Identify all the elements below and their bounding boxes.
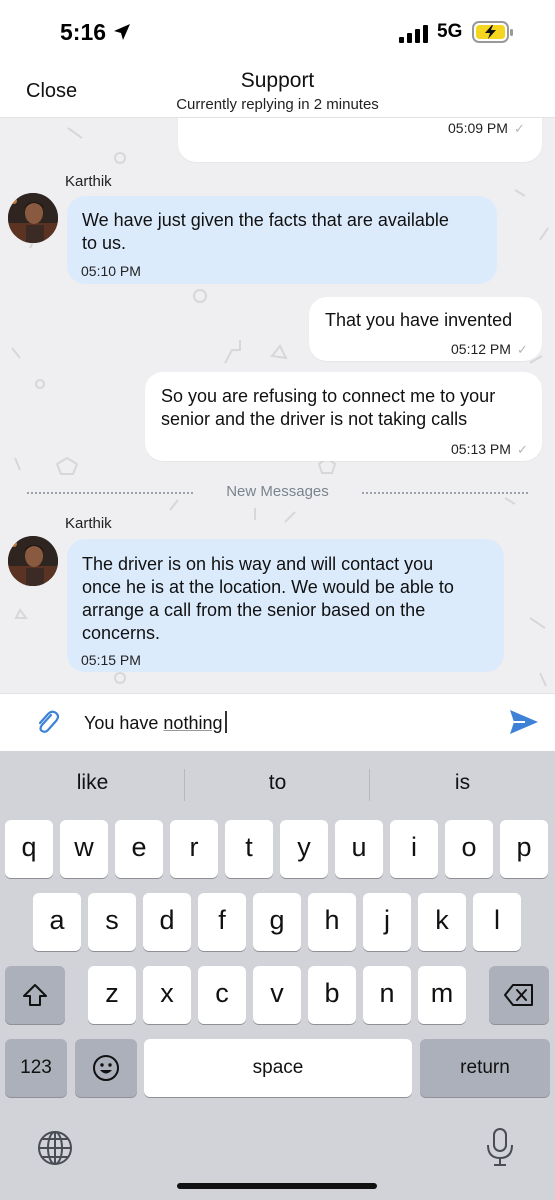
key-v[interactable]: v: [253, 966, 301, 1024]
keyboard: like to is q w e r t y u i o p a s d f g…: [0, 751, 555, 1200]
key-p[interactable]: p: [500, 820, 548, 878]
key-q[interactable]: q: [5, 820, 53, 878]
message-text: anywhere: [192, 118, 270, 119]
key-k[interactable]: k: [418, 893, 466, 951]
key-e[interactable]: e: [115, 820, 163, 878]
key-x[interactable]: x: [143, 966, 191, 1024]
message-time: 05:12 PM ✓: [451, 338, 528, 361]
new-messages-divider: New Messages: [0, 481, 555, 505]
network-type: 5G: [437, 21, 463, 42]
key-l[interactable]: l: [473, 893, 521, 951]
chat-thread[interactable]: anywhere 05:09 PM✓ Karthik We have just …: [0, 118, 555, 693]
sender-name: Karthik: [65, 515, 112, 532]
key-j[interactable]: j: [363, 893, 411, 951]
key-w[interactable]: w: [60, 820, 108, 878]
key-s[interactable]: s: [88, 893, 136, 951]
key-u[interactable]: u: [335, 820, 383, 878]
message-time: 05:10 PM: [81, 263, 141, 279]
message-bubble-incoming[interactable]: We have just given the facts that are av…: [67, 196, 497, 284]
key-o[interactable]: o: [445, 820, 493, 878]
key-c[interactable]: c: [198, 966, 246, 1024]
key-h[interactable]: h: [308, 893, 356, 951]
read-check-icon: ✓: [516, 342, 528, 357]
key-f[interactable]: f: [198, 893, 246, 951]
message-text-line: once he is at the location. We would be …: [82, 577, 454, 597]
space-key[interactable]: space: [144, 1039, 412, 1097]
numbers-key[interactable]: 123: [5, 1039, 67, 1097]
reply-time-subtitle: Currently replying in 2 minutes: [176, 96, 379, 113]
status-bar: 5:16 5G: [0, 0, 555, 62]
message-text-line: concerns.: [82, 623, 161, 643]
key-d[interactable]: d: [143, 893, 191, 951]
key-m[interactable]: m: [418, 966, 466, 1024]
message-text-line: The driver is on his way and will contac…: [82, 554, 434, 574]
message-input[interactable]: You have nothing: [84, 711, 228, 734]
emoji-key[interactable]: [75, 1039, 137, 1097]
input-text-underlined: nothing: [163, 713, 223, 733]
avatar: [8, 536, 58, 586]
suggestion-item[interactable]: like: [0, 771, 185, 795]
message-text-line: So you are refusing to connect me to you…: [161, 386, 496, 406]
message-text-line: to us.: [82, 233, 127, 253]
input-text: You have: [84, 713, 164, 733]
message-time: 05:13 PM ✓: [451, 438, 528, 461]
suggestion-item[interactable]: to: [185, 771, 370, 795]
battery-charging-icon: [472, 21, 513, 43]
read-check-icon: ✓: [513, 121, 525, 136]
key-n[interactable]: n: [363, 966, 411, 1024]
key-a[interactable]: a: [33, 893, 81, 951]
globe-icon[interactable]: [37, 1130, 73, 1166]
message-bubble-outgoing[interactable]: So you are refusing to connect me to you…: [145, 372, 542, 461]
emoji-icon: [93, 1055, 119, 1081]
return-key[interactable]: return: [420, 1039, 550, 1097]
shift-key[interactable]: [5, 966, 65, 1024]
delete-key[interactable]: [489, 966, 549, 1024]
key-r[interactable]: r: [170, 820, 218, 878]
paperclip-icon[interactable]: [34, 708, 60, 736]
message-text-line: arrange a call from the senior based on …: [82, 600, 426, 620]
message-text-line: senior and the driver is not taking call…: [161, 409, 468, 429]
key-y[interactable]: y: [280, 820, 328, 878]
message-time: 05:15 PM: [81, 652, 141, 668]
message-composer: You have nothing: [0, 693, 555, 751]
message-bubble-incoming[interactable]: The driver is on his way and will contac…: [67, 539, 504, 672]
send-icon[interactable]: [509, 708, 539, 736]
key-t[interactable]: t: [225, 820, 273, 878]
sender-name: Karthik: [65, 173, 112, 190]
message-text-line: We have just given the facts that are av…: [82, 210, 449, 230]
divider-line: [362, 492, 528, 494]
home-indicator: [177, 1183, 377, 1189]
read-check-icon: ✓: [516, 442, 528, 457]
signal-icon: [399, 25, 428, 43]
key-i[interactable]: i: [390, 820, 438, 878]
message-bubble-outgoing[interactable]: That you have invented 05:12 PM ✓: [309, 297, 542, 361]
avatar: [8, 193, 58, 243]
page-title: Support: [240, 69, 315, 92]
delete-icon: [504, 984, 533, 1006]
message-bubble-outgoing[interactable]: anywhere 05:09 PM✓: [178, 118, 542, 162]
suggestion-item[interactable]: is: [370, 771, 555, 795]
key-b[interactable]: b: [308, 966, 356, 1024]
message-time: 05:09 PM ✓: [448, 118, 525, 140]
status-time: 5:16: [60, 19, 107, 45]
chat-header: Close Support Currently replying in 2 mi…: [0, 62, 555, 118]
location-arrow-icon: [114, 24, 130, 40]
microphone-icon[interactable]: [485, 1127, 515, 1167]
shift-icon: [23, 984, 47, 1006]
key-z[interactable]: z: [88, 966, 136, 1024]
message-text-line: That you have invented: [325, 310, 513, 330]
key-g[interactable]: g: [253, 893, 301, 951]
text-caret: [225, 711, 228, 733]
